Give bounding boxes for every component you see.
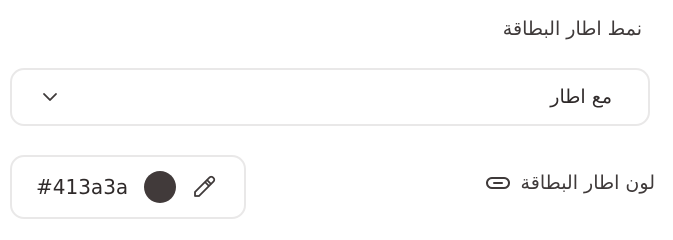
- color-swatch[interactable]: [144, 171, 176, 203]
- border-color-label: لون اطار البطاقة: [520, 172, 655, 194]
- link-icon: [485, 177, 510, 189]
- chevron-down-icon: [43, 93, 57, 101]
- border-color-picker[interactable]: #413a3a: [10, 155, 246, 219]
- card-style-selected-value: مع اطار: [550, 86, 612, 108]
- card-style-select[interactable]: مع اطار: [10, 68, 650, 126]
- eyedropper-icon[interactable]: [190, 173, 218, 201]
- border-color-label-group: لون اطار البطاقة: [485, 172, 655, 194]
- card-style-label: نمط اطار البطاقة: [502, 18, 642, 40]
- color-hex-value[interactable]: #413a3a: [36, 175, 128, 199]
